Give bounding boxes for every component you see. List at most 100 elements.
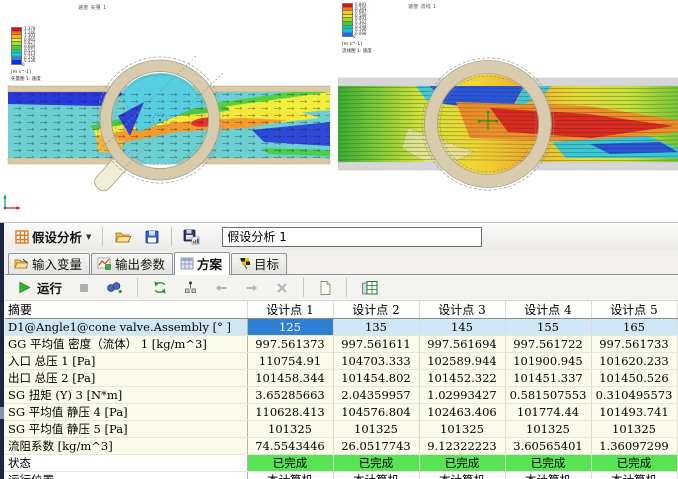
design-point-cell[interactable]: 101450.526 [591, 370, 677, 387]
design-point-cell[interactable]: 2.04359957 [333, 387, 419, 404]
colorbar-tick: 0 [353, 35, 356, 39]
design-point-cell[interactable]: 101325 [333, 421, 419, 438]
table-row: D1@Angle1@cone valve.Assembly [° ] 125 1… [5, 319, 677, 336]
run-button[interactable]: 运行 [13, 275, 66, 300]
design-point-cell[interactable]: 101451.337 [505, 370, 591, 387]
design-point-cell[interactable]: 102463.406 [419, 404, 505, 421]
design-point-header-cell: 设计点 2 [333, 301, 419, 319]
export-excel-button[interactable] [357, 277, 382, 299]
design-point-cell[interactable]: 155 [505, 319, 591, 336]
design-point-cell[interactable]: 997.561694 [419, 336, 505, 353]
find-add-button[interactable] [102, 277, 127, 298]
design-point-cell[interactable]: 101620.233 [591, 353, 677, 370]
design-point-cell[interactable]: 1.36097299 [591, 438, 677, 455]
play-icon [17, 280, 32, 295]
analysis-name-input[interactable] [222, 227, 482, 247]
summary-header-cell: 摘要 [5, 301, 247, 319]
design-point-cell[interactable]: 145 [419, 319, 505, 336]
toolbar-separator [346, 278, 347, 297]
table-row: GG 平均值 密度（流体） 1 [kg/m^3] 997.561373 997.… [5, 336, 677, 353]
design-point-cell[interactable]: 101900.945 [505, 353, 591, 370]
document-icon [318, 280, 332, 296]
design-point-header-cell: 设计点 1 [247, 301, 333, 319]
chevron-down-icon: ▼ [86, 233, 91, 241]
parameter-label-cell: SG 平均值 静压 4 [Pa] [5, 404, 247, 421]
design-point-cell[interactable]: 101325 [591, 421, 677, 438]
design-point-cell[interactable]: 101454.802 [333, 370, 419, 387]
design-point-cell[interactable]: 104703.333 [333, 353, 419, 370]
arrow-left-icon [213, 281, 229, 295]
design-points-table-area: 摘要 设计点 1 设计点 2 设计点 3 设计点 4 设计点 5 D1@Angl… [5, 301, 678, 479]
status-badge: 已完成 [505, 455, 591, 472]
table-row: SG 平均值 静压 4 [Pa] 110628.413 104576.804 1… [5, 404, 677, 421]
design-point-cell[interactable]: 997.561733 [591, 336, 677, 353]
design-point-cell[interactable]: 101325 [419, 421, 505, 438]
update-design-points-button[interactable] [179, 277, 202, 298]
design-point-cell[interactable]: 110754.91 [247, 353, 333, 370]
design-point-cell[interactable]: 997.561373 [247, 336, 333, 353]
design-point-cell[interactable]: 101774.44 [505, 404, 591, 421]
design-point-cell-selected[interactable]: 125 [247, 319, 333, 336]
parameter-label-cell: SG 平均值 静压 5 [Pa] [5, 421, 247, 438]
open-button[interactable] [110, 226, 136, 248]
design-point-cell[interactable]: 110628.413 [247, 404, 333, 421]
status-badge: 已完成 [247, 455, 333, 472]
back-button[interactable] [209, 278, 233, 298]
excel-export-icon [361, 280, 378, 296]
design-point-cell[interactable]: 74.5543446 [247, 438, 333, 455]
toolbar-separator [137, 278, 138, 297]
whatif-toolbar: 假设分析 ▼ [5, 223, 678, 251]
toolbar-separator [171, 227, 172, 246]
status-label-cell: 状态 [5, 455, 247, 472]
panel-tabbar: 输入变量 输出参数 方案 [5, 250, 678, 275]
stop-button[interactable] [73, 278, 95, 298]
design-point-cell[interactable]: 135 [333, 319, 419, 336]
forward-button[interactable] [240, 278, 264, 298]
velocity-vector-plot [0, 0, 338, 218]
run-label: 运行 [37, 278, 62, 297]
design-point-cell[interactable]: 101325 [247, 421, 333, 438]
design-points-table: 摘要 设计点 1 设计点 2 设计点 3 设计点 4 设计点 5 D1@Angl… [5, 301, 678, 479]
checkered-flag-icon [237, 257, 251, 270]
x-icon [275, 281, 289, 295]
panel-edge-strip [0, 223, 4, 479]
design-point-cell[interactable]: 101325 [505, 421, 591, 438]
design-point-cell[interactable]: 0.310495573 [591, 387, 677, 404]
panel-grip-handle[interactable] [0, 407, 4, 419]
refresh-button[interactable] [148, 277, 172, 298]
design-point-cell[interactable]: 26.0517743 [333, 438, 419, 455]
left-colorbar-legend: 1.378 1.240 1.103 0.965 0.827 0.689 0.55… [11, 27, 41, 82]
design-point-cell[interactable]: 9.12322223 [419, 438, 505, 455]
design-point-cell[interactable]: 997.561611 [333, 336, 419, 353]
whatif-analysis-panel: 假设分析 ▼ [0, 222, 678, 479]
save-button[interactable] [140, 226, 164, 248]
run-toolbar: 运行 [5, 275, 678, 301]
legend-caption: 流线图 1: 速度 [342, 48, 372, 54]
design-point-cell[interactable]: 3.60565401 [505, 438, 591, 455]
tab-scenarios[interactable]: 方案 [174, 252, 230, 275]
design-point-cell[interactable]: 104576.804 [333, 404, 419, 421]
whatif-menu-button[interactable]: 假设分析 ▼ [11, 224, 95, 249]
design-point-cell[interactable]: 997.561722 [505, 336, 591, 353]
tab-goals[interactable]: 目标 [231, 253, 287, 274]
design-point-cell[interactable]: 101452.322 [419, 370, 505, 387]
cfd-plots-area: 速度 矢量 1 速度 流线 1 1.378 1.240 1.103 0.965 … [0, 0, 678, 218]
design-point-cell[interactable]: 165 [591, 319, 677, 336]
whatif-menu-label: 假设分析 [32, 227, 82, 246]
table-row: 出口 总压 2 [Pa] 101458.344 101454.802 10145… [5, 370, 677, 387]
delete-button[interactable] [271, 278, 293, 298]
design-point-cell[interactable]: 101458.344 [247, 370, 333, 387]
parameter-label-cell: 入口 总压 1 [Pa] [5, 353, 247, 370]
status-badge: 已完成 [591, 455, 677, 472]
tab-input-variables[interactable]: 输入变量 [8, 253, 90, 274]
new-report-button[interactable] [314, 277, 336, 299]
design-point-cell[interactable]: 1.02993427 [419, 387, 505, 404]
parameter-label-cell: 流阻系数 [kg/m^3] [5, 438, 247, 455]
stop-icon [77, 281, 91, 295]
save-as-button[interactable] [179, 226, 204, 248]
design-point-cell[interactable]: 0.581507553 [505, 387, 591, 404]
design-point-cell[interactable]: 3.65285663 [247, 387, 333, 404]
tab-output-parameters[interactable]: 输出参数 [91, 253, 173, 274]
design-point-cell[interactable]: 101493.741 [591, 404, 677, 421]
design-point-cell[interactable]: 102589.944 [419, 353, 505, 370]
